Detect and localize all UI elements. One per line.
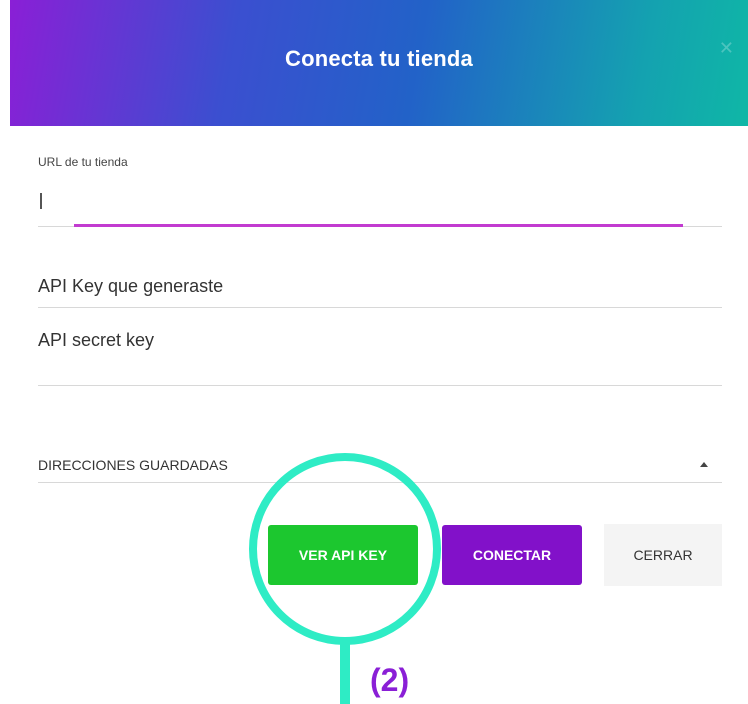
url-field-label: URL de tu tienda [38,155,128,169]
caret-up-icon [700,462,708,467]
url-field-focus-underline [74,224,683,227]
dialog-title: Conecta tu tienda [285,46,473,71]
connect-button[interactable]: CONECTAR [442,525,582,585]
highlight-pointer-line [340,637,350,704]
step-number-label: (2) [370,662,410,698]
text-cursor [40,193,42,209]
api-key-placeholder: API Key que generaste [38,276,224,296]
highlight-circle [249,453,441,645]
dialog-header: Conecta tu tienda ✕ [10,0,748,126]
close-icon[interactable]: ✕ [719,38,734,59]
close-button[interactable]: CERRAR [604,524,722,586]
api-key-field[interactable]: API Key que generaste [38,272,722,308]
api-secret-placeholder: API secret key [38,330,155,350]
saved-addresses-label: DIRECCIONES GUARDADAS [38,457,228,473]
url-field[interactable]: URL de tu tienda [38,155,722,227]
api-secret-field[interactable]: API secret key [38,328,722,386]
